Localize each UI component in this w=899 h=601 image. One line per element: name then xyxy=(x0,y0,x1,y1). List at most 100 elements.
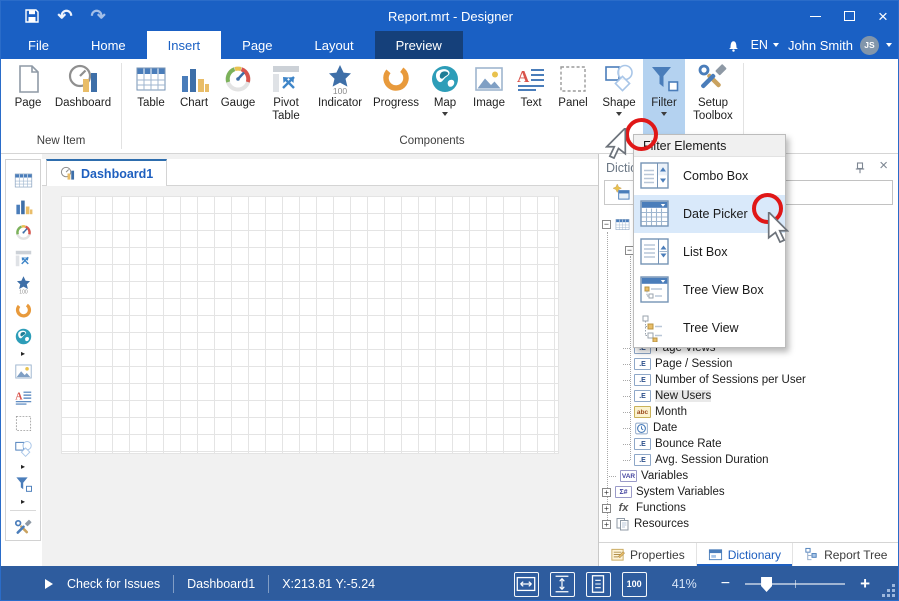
text-icon[interactable] xyxy=(14,384,33,410)
filter-icon[interactable] xyxy=(14,471,33,497)
expand-arrow-icon[interactable]: ▸ xyxy=(21,349,25,358)
zoom-whole-page-button[interactable] xyxy=(586,572,611,597)
ribbon-pivot-table-button[interactable]: Pivot Table xyxy=(261,59,311,134)
ribbon-setup-toolbox-button[interactable]: Setup Toolbox xyxy=(685,59,741,134)
ribbon-panel-button[interactable]: Panel xyxy=(551,59,595,134)
tab-dictionary[interactable]: Dictionary xyxy=(697,543,793,566)
dictionary-icon xyxy=(708,547,723,562)
panel-icon xyxy=(556,62,590,96)
tree-node-datasource[interactable]: − xyxy=(602,216,630,232)
tab-dashboard1[interactable]: Dashboard1 xyxy=(46,159,167,186)
tab-preview[interactable]: Preview xyxy=(375,31,463,59)
collapse-icon[interactable]: − xyxy=(602,220,611,229)
datetime-column-icon xyxy=(634,422,649,435)
filter-elements-menu: Filter Elements Combo Box Date Picker Li… xyxy=(633,134,786,348)
zoom-page-height-button[interactable] xyxy=(550,572,575,597)
gauge-icon[interactable] xyxy=(14,219,33,245)
title-bar: ↶ ↷ Report.mrt - Designer × xyxy=(1,1,899,31)
page-tab-strip: Dashboard1 xyxy=(42,159,598,186)
status-coordinates: X:213.81 Y:-5.24 xyxy=(282,577,375,591)
tree-item-field[interactable]: .E Avg. Session Duration xyxy=(623,452,769,468)
tree-item-field[interactable]: Date xyxy=(623,420,677,436)
tree-item-field[interactable]: abc Month xyxy=(623,404,687,420)
check-issues-icon[interactable] xyxy=(45,579,53,589)
tab-home[interactable]: Home xyxy=(70,31,147,59)
progress-icon[interactable] xyxy=(14,297,33,323)
ribbon-progress-button[interactable]: Progress xyxy=(369,59,423,134)
expand-icon[interactable]: + xyxy=(602,504,611,513)
ribbon-gauge-button[interactable]: Gauge xyxy=(215,59,261,134)
check-for-issues-button[interactable]: Check for Issues xyxy=(67,577,160,591)
expand-icon[interactable]: + xyxy=(602,488,611,497)
tab-report-tree[interactable]: Report Tree xyxy=(793,543,898,566)
menu-item-combo-box[interactable]: Combo Box xyxy=(634,157,785,195)
ribbon-group-label: New Item xyxy=(1,135,121,147)
ribbon-dashboard-button[interactable]: Dashboard xyxy=(49,59,117,134)
tree-item-functions[interactable]: + fx Functions xyxy=(602,500,686,516)
zoom-100-button[interactable]: 100 xyxy=(622,572,647,597)
close-button[interactable]: × xyxy=(866,1,899,31)
status-page-name[interactable]: Dashboard1 xyxy=(187,577,255,591)
dashboard-icon xyxy=(66,62,100,96)
text-icon xyxy=(514,62,548,96)
pin-icon[interactable] xyxy=(854,161,866,179)
ribbon-table-button[interactable]: Table xyxy=(129,59,173,134)
tab-insert[interactable]: Insert xyxy=(147,31,222,59)
image-icon[interactable] xyxy=(14,358,33,384)
tab-file[interactable]: File xyxy=(7,31,70,59)
indicator-icon[interactable] xyxy=(14,271,33,297)
ribbon-image-button[interactable]: Image xyxy=(467,59,511,134)
zoom-in-button[interactable]: + xyxy=(856,574,874,594)
notifications-bell-icon[interactable] xyxy=(725,38,742,53)
menu-item-tree-view-box[interactable]: Tree View Box xyxy=(634,271,785,309)
zoom-page-width-button[interactable] xyxy=(514,572,539,597)
pivot-table-icon[interactable] xyxy=(14,245,33,271)
ribbon-map-button[interactable]: Map xyxy=(423,59,467,134)
user-menu[interactable]: John Smith JS xyxy=(788,36,892,55)
ribbon-page-button[interactable]: Page xyxy=(7,59,49,134)
properties-icon xyxy=(610,547,625,562)
decimal-column-icon: .E xyxy=(634,374,651,386)
panel-icon[interactable] xyxy=(14,410,33,436)
language-selector[interactable]: EN xyxy=(751,38,779,52)
tree-item-field[interactable]: .E Number of Sessions per User xyxy=(623,372,806,388)
tree-item-variables[interactable]: VAR Variables xyxy=(609,468,688,484)
zoom-slider-thumb[interactable] xyxy=(761,577,772,592)
menu-item-list-box[interactable]: List Box xyxy=(634,233,785,271)
redo-icon[interactable]: ↷ xyxy=(89,7,107,25)
ribbon-chart-button[interactable]: Chart xyxy=(173,59,215,134)
tree-item-field[interactable]: .E Bounce Rate xyxy=(623,436,722,452)
ribbon-text-button[interactable]: Text xyxy=(511,59,551,134)
map-icon[interactable] xyxy=(14,323,33,349)
tree-item-resources[interactable]: + Resources xyxy=(602,516,689,532)
expand-arrow-icon[interactable]: ▸ xyxy=(21,462,25,471)
chevron-down-icon xyxy=(442,112,448,116)
tree-item-field[interactable]: .E Page / Session xyxy=(623,356,732,372)
tree-item-field-selected[interactable]: .E New Users xyxy=(623,388,711,404)
combo-box-icon xyxy=(640,162,670,190)
menu-item-tree-view[interactable]: Tree View xyxy=(634,309,785,347)
zoom-out-button[interactable]: − xyxy=(717,575,734,593)
tree-item-system-variables[interactable]: + Σ# System Variables xyxy=(602,484,725,500)
ribbon-indicator-button[interactable]: Indicator xyxy=(311,59,369,134)
minimize-button[interactable] xyxy=(798,1,832,31)
progress-icon xyxy=(379,62,413,96)
undo-icon[interactable]: ↶ xyxy=(56,7,74,25)
table-icon[interactable] xyxy=(14,167,33,193)
dashboard-design-surface[interactable] xyxy=(61,196,559,454)
close-icon[interactable]: × xyxy=(879,157,888,174)
chart-icon[interactable] xyxy=(14,193,33,219)
shape-icon[interactable] xyxy=(14,436,33,462)
decimal-column-icon: .E xyxy=(634,438,651,450)
zoom-slider[interactable] xyxy=(745,583,845,585)
tab-properties[interactable]: Properties xyxy=(599,543,697,566)
save-icon[interactable] xyxy=(23,7,41,25)
variables-icon: VAR xyxy=(620,470,637,482)
expand-arrow-icon[interactable]: ▸ xyxy=(21,497,25,506)
expand-icon[interactable]: + xyxy=(602,520,611,529)
tab-layout[interactable]: Layout xyxy=(294,31,375,59)
resize-grip[interactable] xyxy=(892,594,895,597)
maximize-button[interactable] xyxy=(832,1,866,31)
tab-page[interactable]: Page xyxy=(221,31,293,59)
setup-toolbox-icon[interactable] xyxy=(14,515,33,541)
